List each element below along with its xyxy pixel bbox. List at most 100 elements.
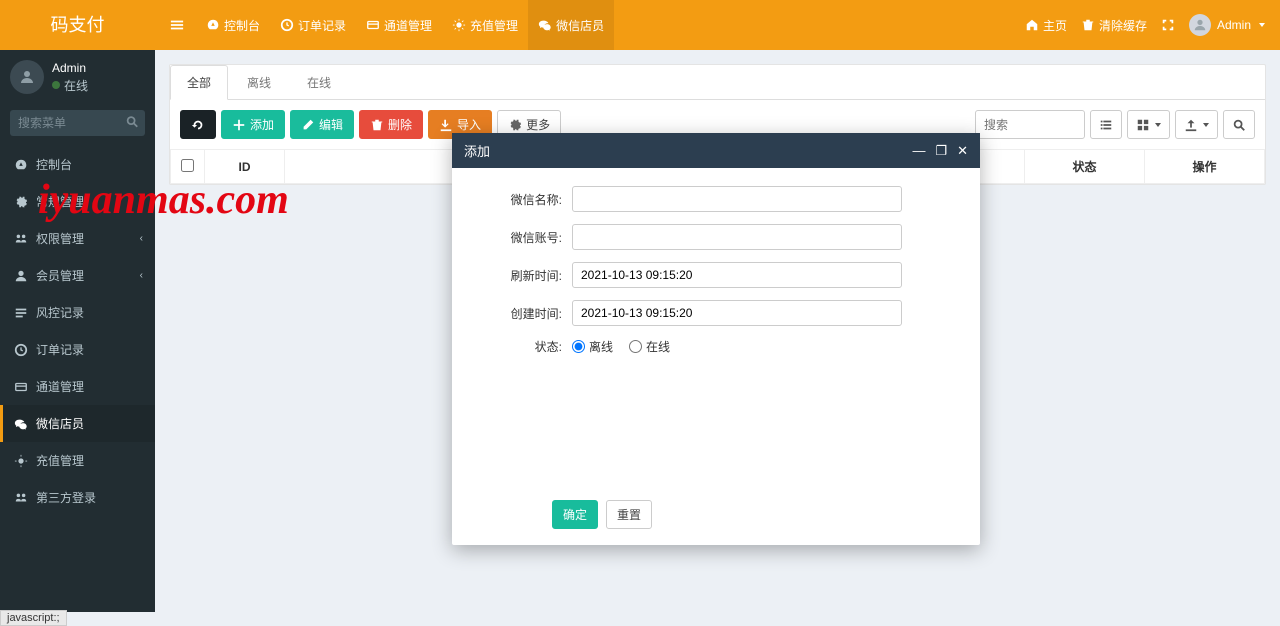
label-status: 状态: [482,338,572,355]
col-action[interactable]: 操作 [1145,150,1265,184]
refresh-icon [191,118,205,132]
nav-label: 订单记录 [298,17,346,34]
sidebar-item[interactable]: 充值管理 [0,442,155,479]
radio-online[interactable] [629,340,642,353]
add-button[interactable]: 添加 [221,110,285,139]
menu-item-icon [14,380,28,394]
sidebar-item[interactable]: 控制台 [0,146,155,183]
sidebar-item[interactable]: 权限管理‹ [0,220,155,257]
status-bar: javascript:; [0,610,67,626]
view-grid-button[interactable] [1127,110,1170,139]
tab-offline[interactable]: 离线 [230,65,288,100]
nav-orders[interactable]: 订单记录 [270,0,356,50]
view-list-button[interactable] [1090,110,1122,139]
plus-icon [232,118,246,132]
radio-online-label[interactable]: 在线 [629,338,670,355]
table-search-input[interactable] [975,110,1085,139]
sidebar-item[interactable]: 第三方登录 [0,479,155,516]
minimize-button[interactable]: — [912,144,925,157]
home-icon [1025,18,1039,32]
user-status: 在线 [64,77,88,94]
sidebar-item-label: 常规管理 [36,193,84,210]
grid-icon [1136,118,1150,132]
status-dot [52,81,60,89]
menu-item-icon [14,417,28,431]
wechat-icon [538,18,552,32]
menu-item-icon [14,232,28,246]
tab-online[interactable]: 在线 [290,65,348,100]
sidebar-item[interactable]: 风控记录 [0,294,155,331]
fullscreen-button[interactable] [1161,0,1175,50]
search-icon [125,115,139,129]
avatar-icon [1189,14,1211,36]
export-button[interactable] [1175,110,1218,139]
dashboard-icon [206,18,220,32]
user-avatar [10,60,44,94]
edit-label: 编辑 [319,116,343,133]
brand-logo[interactable]: 码支付 [0,0,155,50]
menu-item-icon [14,195,28,209]
chevron-left-icon: ‹ [140,233,143,244]
reset-button[interactable]: 重置 [606,500,652,529]
pencil-icon [301,118,315,132]
sidebar: Admin 在线 控制台常规管理‹权限管理‹会员管理‹风控记录订单记录通道管理微… [0,50,155,612]
refresh-button[interactable] [180,110,216,139]
radio-offline-label[interactable]: 离线 [572,338,613,355]
sidebar-item[interactable]: 订单记录 [0,331,155,368]
export-icon [1184,118,1198,132]
label-create-time: 创建时间: [482,305,572,322]
search-button[interactable] [1223,110,1255,139]
chevron-down-icon [1155,123,1161,127]
wechat-name-input[interactable] [572,186,902,212]
col-id[interactable]: ID [205,150,285,184]
menu-item-icon [14,306,28,320]
user-name: Admin [52,61,88,75]
col-status[interactable]: 状态 [1025,150,1145,184]
card-icon [366,18,380,32]
delete-button[interactable]: 删除 [359,110,423,139]
nav-wechat-clerk[interactable]: 微信店员 [528,0,614,50]
sidebar-item[interactable]: 常规管理‹ [0,183,155,220]
clock-icon [280,18,294,32]
create-time-input[interactable] [572,300,902,326]
menu-item-icon [14,158,28,172]
admin-name: Admin [1217,18,1251,32]
sidebar-item-label: 充值管理 [36,452,84,469]
edit-button[interactable]: 编辑 [290,110,354,139]
sidebar-item[interactable]: 微信店员 [0,405,155,442]
ok-button[interactable]: 确定 [552,500,598,529]
more-label: 更多 [526,116,550,133]
nav-label: 微信店员 [556,17,604,34]
maximize-button[interactable]: ❐ [935,144,947,157]
close-button[interactable]: ✕ [957,144,968,157]
nav-label: 控制台 [224,17,260,34]
radio-offline[interactable] [572,340,585,353]
sidebar-item-label: 订单记录 [36,341,84,358]
trash-icon [1081,18,1095,32]
select-all-checkbox[interactable] [181,159,194,172]
refresh-time-input[interactable] [572,262,902,288]
nav-recharge[interactable]: 充值管理 [442,0,528,50]
sidebar-search-button[interactable] [125,115,139,132]
home-label: 主页 [1043,17,1067,34]
nav-channels[interactable]: 通道管理 [356,0,442,50]
menu-item-icon [14,343,28,357]
chevron-left-icon: ‹ [140,270,143,281]
wechat-account-input[interactable] [572,224,902,250]
sidebar-item[interactable]: 通道管理 [0,368,155,405]
download-icon [439,118,453,132]
home-link[interactable]: 主页 [1025,0,1067,50]
tab-all[interactable]: 全部 [170,65,228,100]
import-label: 导入 [457,116,481,133]
clear-cache-link[interactable]: 清除缓存 [1081,0,1147,50]
list-icon [1099,118,1113,132]
add-modal: 添加 — ❐ ✕ 微信名称: 微信账号: 刷新时间: 创建时间: 状态: 离线 [452,133,980,545]
sidebar-item[interactable]: 会员管理‹ [0,257,155,294]
menu-icon [170,18,184,32]
clear-cache-label: 清除缓存 [1099,17,1147,34]
menu-item-icon [14,491,28,505]
user-menu[interactable]: Admin [1189,14,1265,36]
sidebar-toggle[interactable] [170,0,196,50]
nav-dashboard[interactable]: 控制台 [196,0,270,50]
label-wechat-account: 微信账号: [482,229,572,246]
